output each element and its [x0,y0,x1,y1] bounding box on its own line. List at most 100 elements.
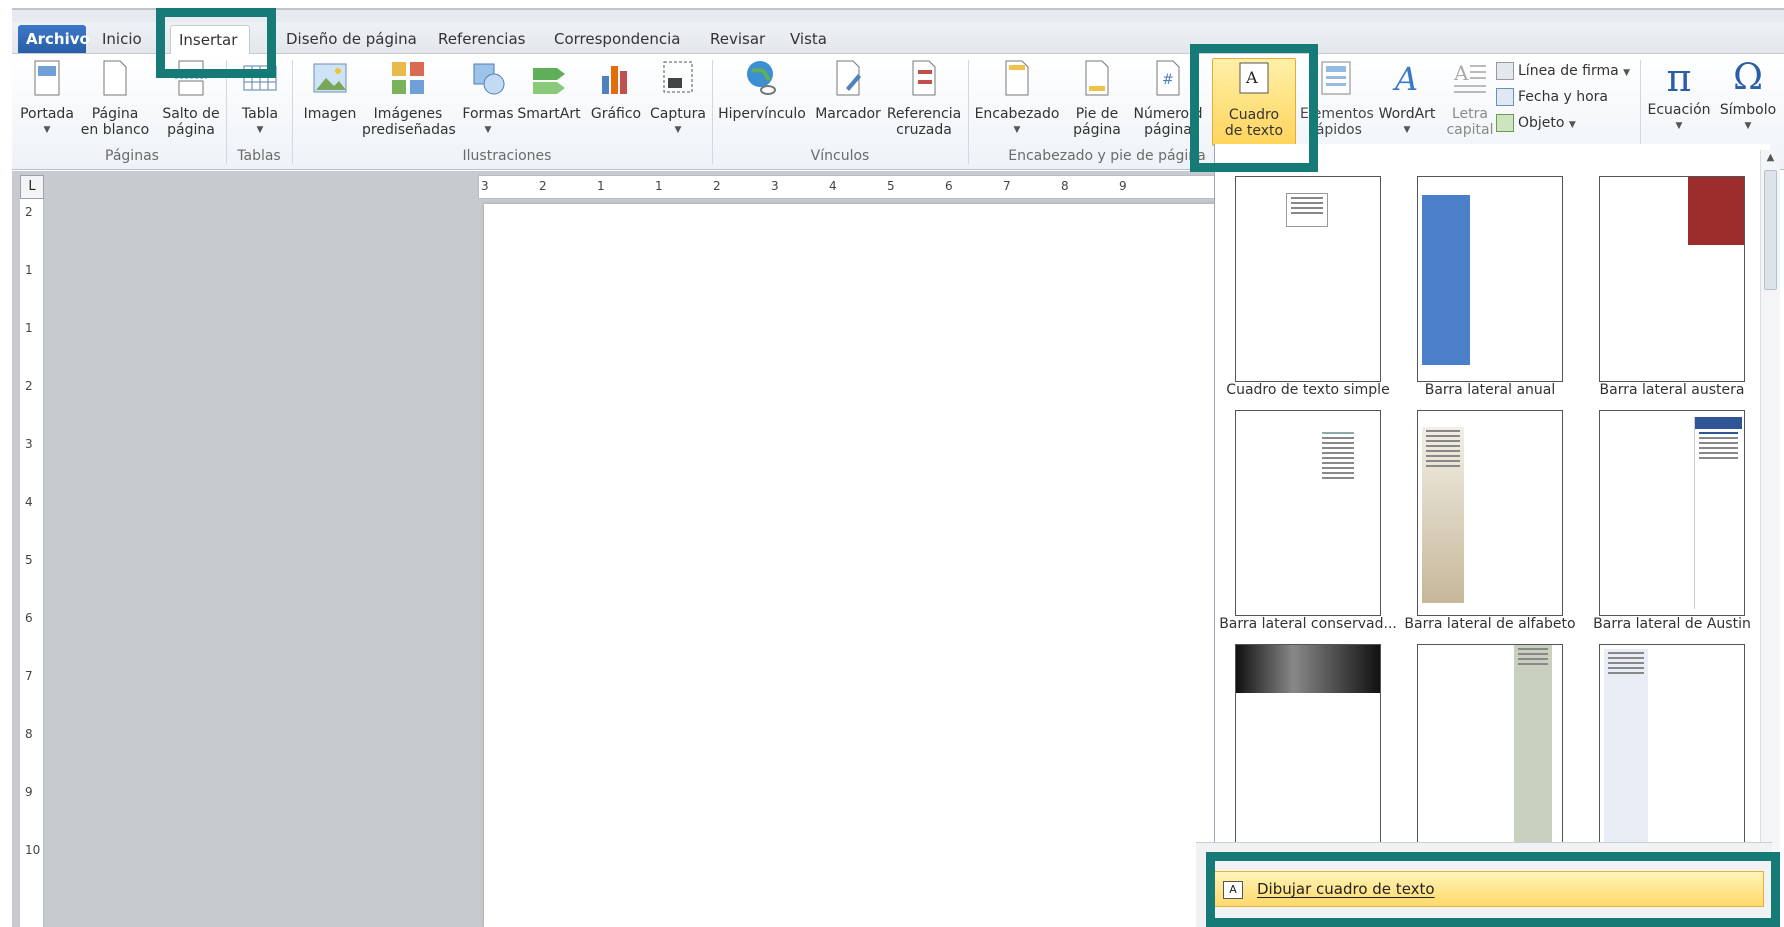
ruler-number: 1 [597,179,605,193]
ruler-number: 3 [25,437,33,451]
formas-button[interactable]: Formas ▼ [460,58,516,138]
marcador-button[interactable]: Marcador [810,58,886,122]
imagenes-prediseñadas-button[interactable]: Imágenes prediseñadas [362,58,456,138]
gallery-label: Barra lateral austera [1599,382,1745,398]
cuadro-label-1: Cuadro [1228,107,1280,123]
cuadro-de-texto-button[interactable]: A Cuadro de texto [1212,58,1296,146]
thumb-barra-lateral-austin[interactable] [1599,410,1745,616]
thumb-gallery-item-7[interactable] [1235,644,1381,854]
imagen-label: Imagen [303,106,357,122]
linea-de-firma-button[interactable]: Línea de firma ▼ [1496,60,1630,82]
thumb-barra-lateral-austera[interactable] [1599,176,1745,382]
ruler-number: 1 [25,321,33,335]
scrollbar-thumb[interactable] [1764,170,1777,290]
imagen-button[interactable]: Imagen [302,58,358,122]
salto-de-pagina-button[interactable]: Salto de página [158,58,224,138]
dibujar-cuadro-de-texto-item[interactable]: A Dibujar cuadro de texto [1208,871,1764,907]
ruler-number: 8 [25,727,33,741]
shapes-icon [473,63,505,95]
tab-inicio[interactable]: Inicio [94,25,150,53]
thumb-gallery-item-8[interactable] [1417,644,1563,854]
grafico-button[interactable]: Gráfico [586,58,646,122]
tab-archivo[interactable]: Archivo [18,25,90,53]
pie-label-2: página [1073,122,1121,138]
fecha-y-hora-button[interactable]: Fecha y hora [1496,86,1608,108]
date-time-icon [1496,88,1514,106]
letra-label-1: Letra [1452,106,1488,122]
simbolo-button[interactable]: Ω Símbolo ▼ [1716,58,1780,134]
thumb-red-block [1688,177,1744,245]
thumb-beige-sidebar [1422,427,1464,603]
svg-text:A: A [1392,60,1418,98]
thumb-barra-lateral-anual[interactable] [1417,176,1563,382]
thumb-barra-lateral-conservadora[interactable] [1235,410,1381,616]
svg-text:A: A [1453,61,1469,85]
ruler-number: 1 [25,263,33,277]
numero-label-1: Número d [1133,106,1203,122]
portada-button[interactable]: Portada ▼ [20,58,74,138]
group-vinculos: Vínculos [810,148,870,164]
tab-insertar[interactable]: Insertar [170,25,250,54]
ruler-number: 1 [655,179,663,193]
referencia-cruzada-button[interactable]: Referencia cruzada [886,58,962,138]
tab-selector-button[interactable]: L [20,175,44,199]
tabla-button[interactable]: Tabla ▼ [234,58,286,138]
marcador-label: Marcador [815,106,881,122]
simbolo-label: Símbolo [1719,102,1777,118]
referencia-label-1: Referencia [886,106,962,122]
ruler-number: 2 [539,179,547,193]
ruler-number: 5 [887,179,895,193]
group-separator [292,60,293,164]
elementos-rapidos-button[interactable]: Elementos rápidos [1300,58,1374,138]
ecuacion-label: Ecuación [1647,102,1711,118]
ecuacion-button[interactable]: π Ecuación ▼ [1644,58,1714,134]
tab-referencias[interactable]: Referencias [430,25,533,53]
encabezado-button[interactable]: Encabezado ▼ [974,58,1060,138]
tab-revisar[interactable]: Revisar [702,25,773,53]
letra-capital-button[interactable]: A Letra capital [1440,58,1500,138]
picture-icon [313,63,347,93]
page-number-icon: # [1156,60,1180,96]
ruler-number: 10 [25,843,41,857]
thumb-text-column [1318,429,1358,537]
gallery-label: Barra lateral conservad... [1219,616,1397,632]
hipervinculo-button[interactable]: Hipervínculo [716,58,808,122]
thumb-austin-sidebar [1694,417,1742,609]
text-box-gallery: Cuadro de texto simple Barra lateral anu… [1214,144,1770,927]
cross-reference-icon [912,60,936,96]
numero-de-pagina-button[interactable]: # Número d página [1130,58,1206,138]
tab-correspondencia[interactable]: Correspondencia [546,25,689,53]
ruler-number: 6 [25,611,33,625]
cover-page-icon [34,60,60,96]
salto-label-2: página [167,122,215,138]
pagina-en-blanco-button[interactable]: Página en blanco [78,58,152,138]
scroll-up-icon[interactable]: ▲ [1761,150,1780,166]
ruler-number: 2 [713,179,721,193]
tab-diseno-pagina[interactable]: Diseño de página [278,25,425,53]
thumb-gallery-item-9[interactable] [1599,644,1745,854]
text-box-icon: A [1239,62,1269,94]
signature-line-icon [1496,62,1514,80]
objeto-button[interactable]: Objeto ▼ [1496,112,1576,134]
thumb-green-sidebar [1514,645,1552,853]
imagenes-label-1: Imágenes [373,106,443,122]
pie-label-1: Pie de [1075,106,1119,122]
gallery-scrollbar[interactable]: ▲ [1760,150,1780,850]
gallery-label: Barra lateral anual [1424,382,1556,398]
dropdown-arrow-icon: ▼ [1403,125,1411,135]
thumb-barra-lateral-alfabeto[interactable] [1417,410,1563,616]
page-break-icon [175,60,207,96]
vertical-ruler[interactable]: 2 1 1 2 3 4 5 6 7 8 9 10 [20,199,44,927]
tab-vista[interactable]: Vista [782,25,835,53]
thumb-cuadro-texto-simple[interactable] [1235,176,1381,382]
encabezado-label: Encabezado [974,106,1060,122]
document-page[interactable] [484,204,1218,927]
wordart-button[interactable]: A WordArt ▼ [1374,58,1440,138]
captura-button[interactable]: Captura ▼ [648,58,708,138]
smartart-button[interactable]: SmartArt [516,58,582,122]
ruler-number: 3 [481,179,489,193]
wordart-label: WordArt [1378,106,1436,122]
pie-de-pagina-button[interactable]: Pie de página [1066,58,1128,138]
horizontal-ruler[interactable]: 3 2 1 1 2 3 4 5 6 7 8 9 [478,175,1218,199]
captura-label: Captura [650,106,706,122]
